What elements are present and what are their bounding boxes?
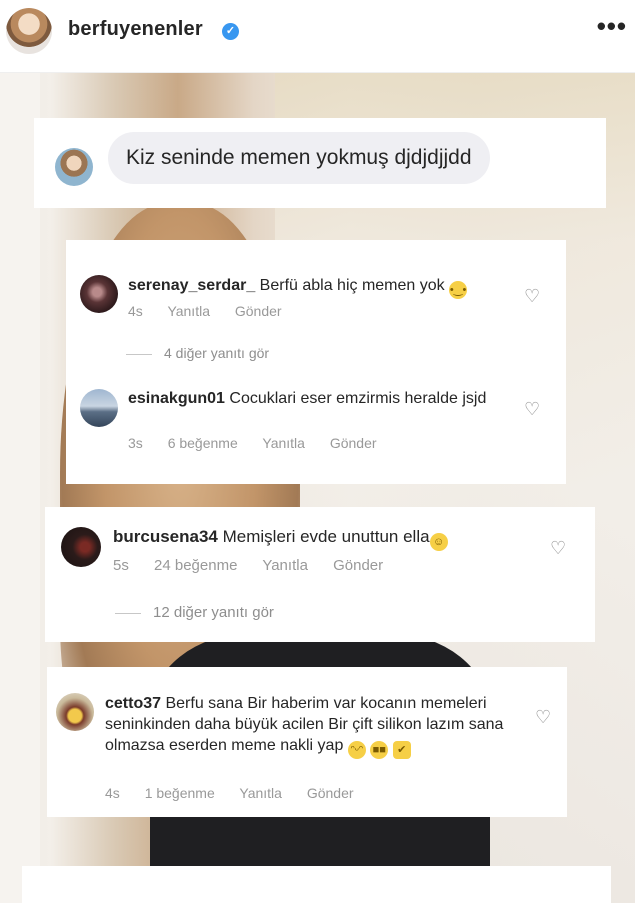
comment-username[interactable]: burcusena34 xyxy=(113,527,218,546)
likes-count[interactable]: 6 beğenme xyxy=(168,435,238,451)
reply-button[interactable]: Yanıtla xyxy=(262,435,305,451)
send-button[interactable]: Gönder xyxy=(235,303,282,319)
reply-avatar xyxy=(55,148,93,186)
like-heart-icon[interactable]: ♡ xyxy=(550,538,566,559)
comment-card-1: serenay_serdar_ Berfü abla hiç memen yok… xyxy=(66,240,566,484)
thumbs-up-emoji: ✔ xyxy=(392,741,411,759)
comment-card-3: cetto37 Berfu sana Bir haberim var kocan… xyxy=(47,667,567,817)
reply-button[interactable]: Yanıtla xyxy=(262,557,308,574)
comment-meta: 4s Yanıtla Gönder xyxy=(128,303,303,319)
comment-username[interactable]: cetto37 xyxy=(105,695,161,712)
more-replies-label[interactable]: 12 diğer yanıtı gör xyxy=(153,604,274,621)
crying-face-emoji: •‿• xyxy=(449,281,468,299)
avatar[interactable] xyxy=(56,693,94,731)
profile-username[interactable]: berfuyenenler xyxy=(68,18,203,41)
comment-body: Berfu sana Bir haberim var kocanın memel… xyxy=(105,695,504,754)
more-options-icon[interactable]: ••• xyxy=(597,13,627,39)
send-button[interactable]: Gönder xyxy=(330,435,377,451)
comment-body: Memişleri evde unuttun ella xyxy=(222,527,430,546)
like-heart-icon[interactable]: ♡ xyxy=(524,286,540,307)
reply-button[interactable]: Yanıtla xyxy=(239,785,282,801)
reply-bubble: Kiz seninde memen yokmuş djdjdjjdd xyxy=(108,132,490,184)
sunglasses-emoji: ■■ xyxy=(370,741,389,759)
comment-time: 4s xyxy=(128,303,143,319)
comment-text: burcusena34 Memişleri evde unuttun ella ☺ xyxy=(113,526,533,551)
comment-meta: 4s 1 beğenme Yanıtla Gönder xyxy=(105,785,375,801)
comment-body: Berfü abla hiç memen yok xyxy=(259,277,445,294)
verified-badge-icon: ✓ xyxy=(222,23,239,40)
send-button[interactable]: Gönder xyxy=(307,785,354,801)
like-heart-icon[interactable]: ♡ xyxy=(524,399,540,420)
view-more-replies[interactable]: 12 diğer yanıtı gör xyxy=(115,604,274,621)
avatar[interactable] xyxy=(61,527,101,567)
comment-text: cetto37 Berfu sana Bir haberim var kocan… xyxy=(105,693,515,759)
divider-line xyxy=(126,353,152,355)
bottom-card xyxy=(22,866,611,903)
post-header: berfuyenenler ✓ ••• xyxy=(0,0,635,73)
comment-card-2: burcusena34 Memişleri evde unuttun ella ☺… xyxy=(45,507,595,642)
comment-body: Cocuklari eser emzirmis heralde jsjd xyxy=(229,390,487,407)
view-more-replies[interactable]: 4 diğer yanıtı gör xyxy=(126,345,269,361)
likes-count[interactable]: 24 beğenme xyxy=(154,557,237,574)
more-replies-label[interactable]: 4 diğer yanıtı gör xyxy=(164,345,269,361)
grimacing-emoji: ᵔᵕᵔ xyxy=(347,741,366,759)
likes-count[interactable]: 1 beğenme xyxy=(145,785,215,801)
comment-username[interactable]: serenay_serdar_ xyxy=(128,277,255,294)
comment-time: 5s xyxy=(113,557,129,574)
like-heart-icon[interactable]: ♡ xyxy=(535,707,551,728)
comment-meta: 3s 6 beğenme Yanıtla Gönder xyxy=(128,435,398,451)
profile-avatar[interactable] xyxy=(6,8,52,54)
comment-text: esinakgun01 Cocuklari eser emzirmis hera… xyxy=(128,388,488,409)
reply-button[interactable]: Yanıtla xyxy=(167,303,210,319)
comment-time: 4s xyxy=(105,785,120,801)
avatar[interactable] xyxy=(80,389,118,427)
avatar[interactable] xyxy=(80,275,118,313)
comment-text: serenay_serdar_ Berfü abla hiç memen yok… xyxy=(128,275,508,299)
story-reply-card: Kiz seninde memen yokmuş djdjdjjdd xyxy=(34,118,606,208)
comment-meta: 5s 24 beğenme Yanıtla Gönder xyxy=(113,557,404,574)
comment-username[interactable]: esinakgun01 xyxy=(128,390,225,407)
send-button[interactable]: Gönder xyxy=(333,557,383,574)
divider-line xyxy=(115,612,141,614)
laughing-emoji: ☺ xyxy=(429,533,448,551)
comment-time: 3s xyxy=(128,435,143,451)
